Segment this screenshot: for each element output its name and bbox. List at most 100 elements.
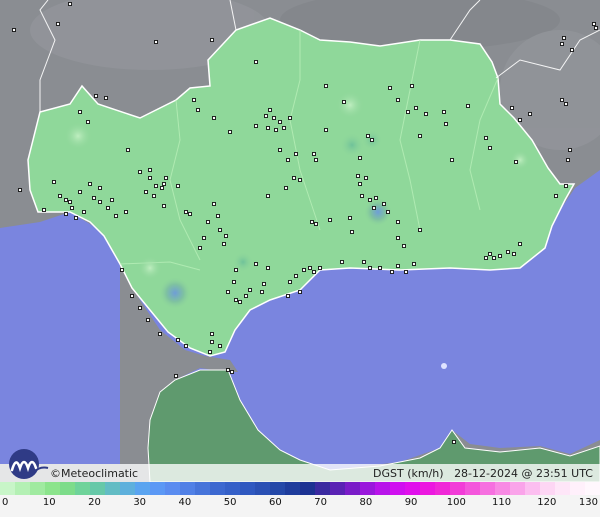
station-marker-icon [560,98,564,102]
color-scale-swatch [300,482,315,495]
color-scale-tick-label: 130 [578,497,598,508]
station-marker-icon [292,176,296,180]
station-marker-icon [374,196,378,200]
color-scale-tick-label: 20 [88,497,101,508]
color-scale-swatch [375,482,390,495]
station-marker-icon [162,204,166,208]
color-scale-tick-label: 40 [178,497,192,508]
color-scale-swatch [30,482,45,495]
color-scale-swatch [540,482,555,495]
station-marker-icon [324,128,328,132]
station-marker-icon [492,256,496,260]
station-marker-icon [130,294,134,298]
station-marker-icon [160,186,164,190]
color-scale-swatch [120,482,135,495]
station-marker-icon [512,252,516,256]
station-marker-icon [196,108,200,112]
station-marker-icon [226,368,230,372]
station-marker-icon [514,160,518,164]
station-marker-icon [98,186,102,190]
color-scale-swatch [360,482,375,495]
color-scale-swatch [60,482,75,495]
station-marker-icon [410,84,414,88]
station-marker-icon [298,178,302,182]
station-marker-icon [414,106,418,110]
color-scale-tick-label: 120 [537,497,557,508]
color-scale-legend: 0 10 20 30 40 50 60 70 80 90 100 110 120 130 [0,482,600,517]
station-marker-icon [244,294,248,298]
station-marker-icon [238,300,242,304]
color-scale-bar [0,482,600,495]
station-marker-icon [104,96,108,100]
station-marker-icon [418,134,422,138]
station-marker-icon [260,290,264,294]
station-marker-icon [70,206,74,210]
station-marker-icon [484,136,488,140]
station-marker-icon [356,174,360,178]
station-marker-icon [230,370,234,374]
station-marker-icon [254,262,258,266]
station-marker-icon [174,374,178,378]
station-marker-icon [218,344,222,348]
station-marker-icon [68,200,72,204]
station-marker-icon [86,120,90,124]
station-marker-icon [234,268,238,272]
color-scale-tick-label: 50 [223,497,237,508]
station-marker-icon [12,28,16,32]
station-marker-icon [126,148,130,152]
station-marker-icon [154,184,158,188]
color-scale-ticks: 0 10 20 30 40 50 60 70 80 90 100 110 120 130 [0,497,600,513]
atlantic-area [0,228,120,464]
station-marker-icon [158,332,162,336]
station-marker-icon [154,40,158,44]
color-scale-swatch [330,482,345,495]
station-marker-icon [404,270,408,274]
station-marker-icon [224,234,228,238]
station-marker-icon [396,264,400,268]
station-marker-icon [264,114,268,118]
station-marker-icon [184,210,188,214]
station-marker-icon [138,306,142,310]
copyright-symbol: © [50,467,61,480]
station-marker-icon [424,112,428,116]
color-scale-swatch [585,482,600,495]
station-marker-icon [286,158,290,162]
station-marker-icon [358,182,362,186]
station-marker-icon [298,290,302,294]
station-marker-icon [266,126,270,130]
station-marker-icon [272,116,276,120]
station-marker-icon [82,210,86,214]
station-marker-icon [148,168,152,172]
station-marker-icon [570,48,574,52]
gust-calm-area [138,256,162,280]
map-caption: DGST (km/h) 28-12-2024 @ 23:51 UTC [373,467,593,480]
station-marker-icon [184,344,188,348]
station-marker-icon [318,266,322,270]
station-marker-icon [288,116,292,120]
station-marker-icon [88,182,92,186]
station-marker-icon [56,22,60,26]
station-marker-icon [350,230,354,234]
station-marker-icon [324,84,328,88]
station-marker-icon [360,194,364,198]
station-marker-icon [594,26,598,30]
color-scale-swatch [15,482,30,495]
station-marker-icon [262,282,266,286]
gust-calm-area [510,150,530,170]
color-scale-swatch [165,482,180,495]
station-marker-icon [94,94,98,98]
station-marker-icon [506,250,510,254]
station-marker-icon [518,242,522,246]
station-marker-icon [234,298,238,302]
meteoclimatic-logo-icon [4,446,50,480]
station-marker-icon [368,266,372,270]
station-marker-icon [64,198,68,202]
station-marker-icon [498,254,502,258]
color-scale-swatch [180,482,195,495]
color-scale-swatch [555,482,570,495]
station-marker-icon [266,194,270,198]
color-scale-swatch [75,482,90,495]
station-marker-icon [222,242,226,246]
station-marker-icon [92,196,96,200]
station-marker-icon [402,244,406,248]
